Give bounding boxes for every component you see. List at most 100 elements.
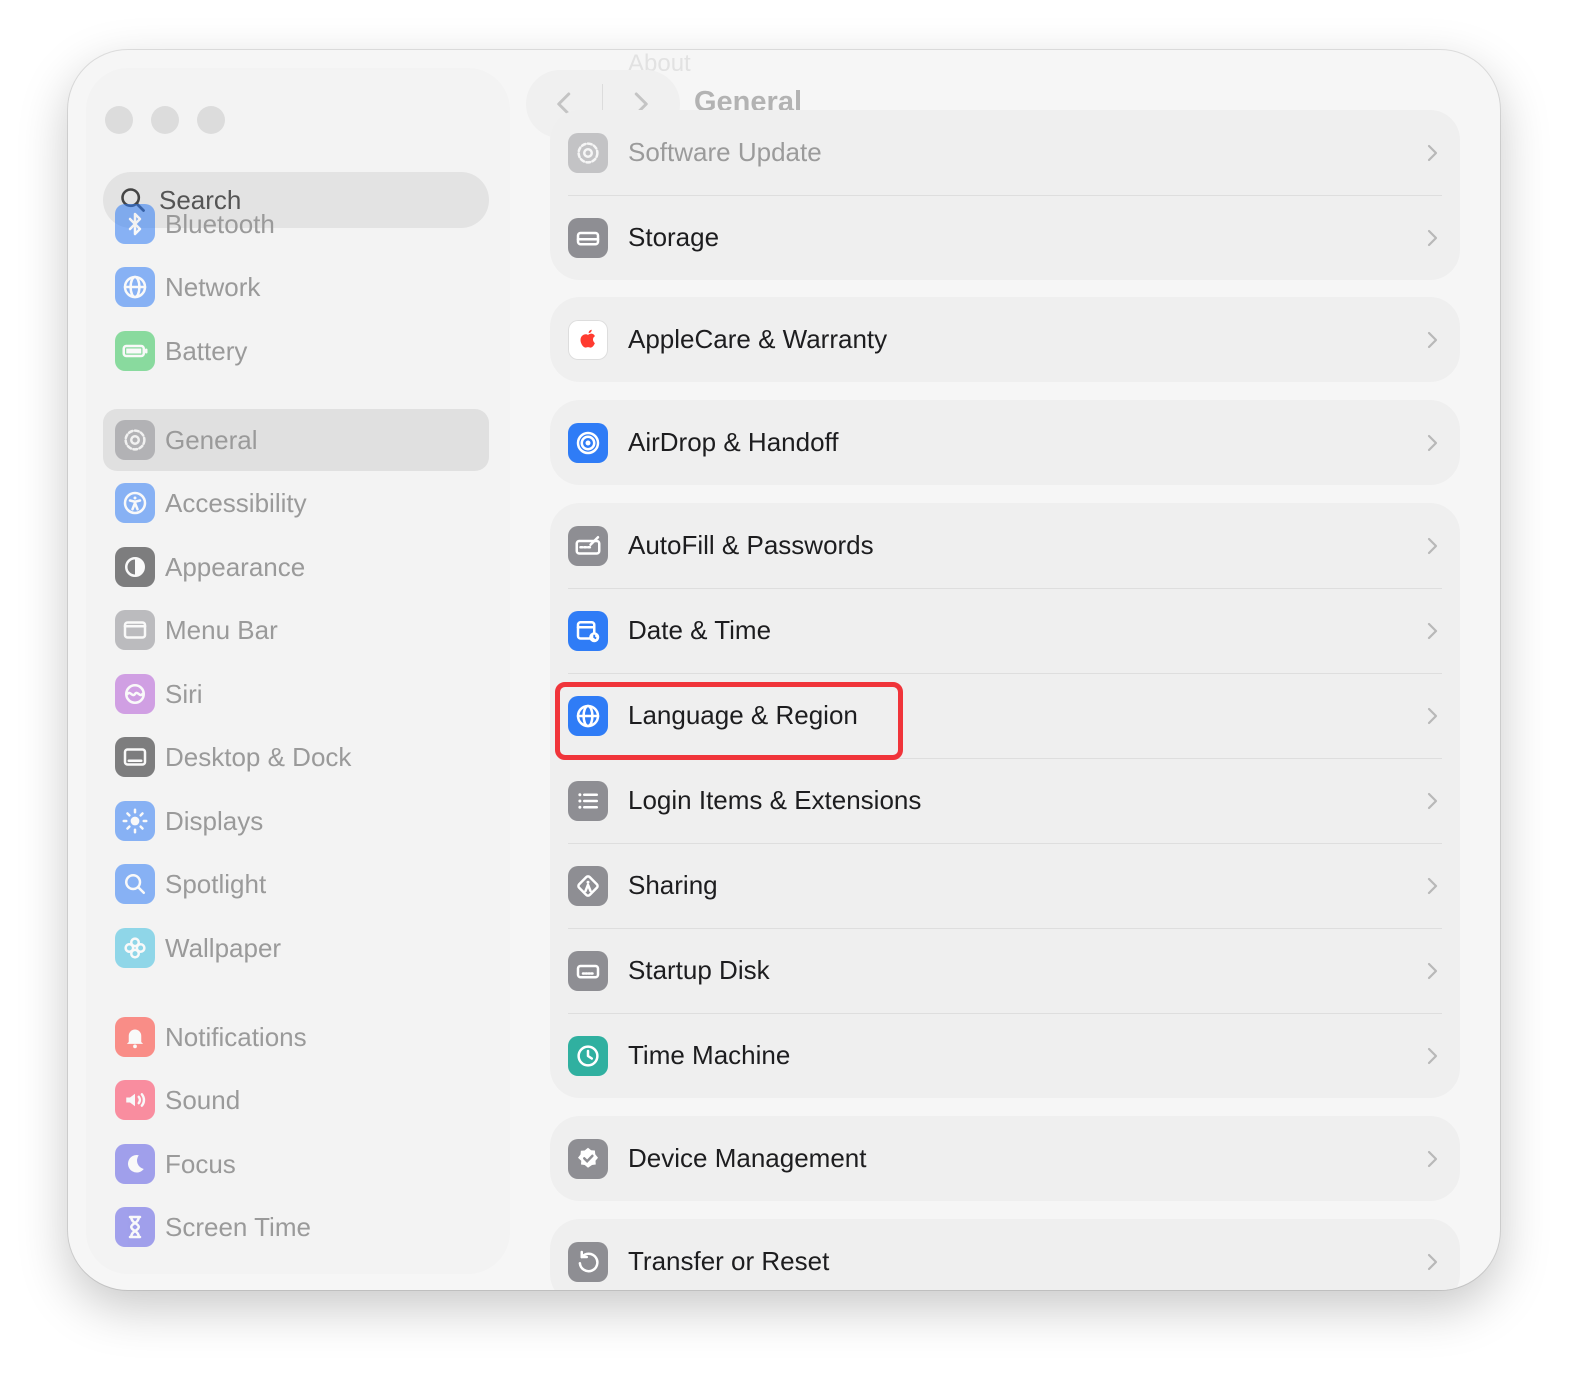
- battery-icon: [115, 331, 155, 371]
- sidebar-item-label: General: [165, 424, 258, 455]
- sidebar-item-accessibility[interactable]: Accessibility: [103, 472, 489, 534]
- minimize-window-button[interactable]: [151, 106, 179, 134]
- bell-icon: [115, 1017, 155, 1057]
- badge-check-icon: [568, 1138, 608, 1179]
- row-label: Storage: [628, 222, 720, 252]
- drive-icon: [568, 217, 608, 258]
- sidebar-item-focus[interactable]: Focus: [103, 1133, 489, 1195]
- sidebar-item-desktop-dock[interactable]: Desktop & Dock: [103, 726, 489, 788]
- globe-icon: [115, 267, 155, 307]
- moon-icon: [115, 1144, 155, 1184]
- reset-icon: [568, 1241, 608, 1282]
- sidebar-item-bluetooth[interactable]: Bluetooth: [103, 193, 489, 255]
- settings-group: AutoFill & Passwords Date & Time Languag…: [550, 503, 1460, 1098]
- row-label: Time Machine: [628, 1040, 791, 1070]
- row-label: Software Update: [628, 137, 822, 167]
- row-sharing[interactable]: Sharing: [550, 843, 1460, 928]
- gear-icon: [568, 132, 608, 173]
- row-airdrop-handoff[interactable]: AirDrop & Handoff: [550, 400, 1460, 485]
- sidebar-item-label: Siri: [165, 678, 203, 709]
- calendar-clock-icon: [568, 610, 608, 651]
- chevron-right-icon: [1427, 792, 1438, 809]
- row-storage[interactable]: Storage: [550, 195, 1460, 280]
- settings-group: AirDrop & Handoff: [550, 400, 1460, 485]
- close-window-button[interactable]: [105, 106, 133, 134]
- sidebar-item-general[interactable]: General: [103, 409, 489, 471]
- sidebar-item-appearance[interactable]: Appearance: [103, 536, 489, 598]
- chevron-right-icon: [1427, 877, 1438, 894]
- row-label: Login Items & Extensions: [628, 785, 922, 815]
- sharing-icon: [568, 865, 608, 906]
- row-transfer-or-reset[interactable]: Transfer or Reset: [550, 1219, 1460, 1290]
- chevron-right-icon: [1427, 1150, 1438, 1167]
- sidebar-item-spotlight[interactable]: Spotlight: [103, 853, 489, 915]
- sidebar: Search Bluetooth Network Battery General…: [86, 68, 510, 1274]
- row-autofill-passwords[interactable]: AutoFill & Passwords: [550, 503, 1460, 588]
- row-date-time[interactable]: Date & Time: [550, 588, 1460, 673]
- sidebar-item-screen-time[interactable]: Screen Time: [103, 1196, 489, 1258]
- sidebar-item-label: Bluetooth: [165, 208, 275, 239]
- sidebar-item-label: Focus: [165, 1148, 236, 1179]
- row-software-update[interactable]: Software Update: [550, 110, 1460, 195]
- accessibility-icon: [115, 483, 155, 523]
- sidebar-item-label: Appearance: [165, 551, 306, 582]
- apple-icon: [568, 319, 608, 360]
- sidebar-item-label: Screen Time: [165, 1211, 311, 1242]
- sidebar-item-label: Wallpaper: [165, 932, 282, 963]
- airdrop-icon: [568, 422, 608, 463]
- chevron-right-icon: [1427, 229, 1438, 246]
- row-device-management[interactable]: Device Management: [550, 1116, 1460, 1201]
- gear-icon: [115, 420, 155, 460]
- bluetooth-icon: [115, 204, 155, 244]
- sidebar-item-label: Menu Bar: [165, 614, 278, 645]
- row-label: Device Management: [628, 1143, 867, 1173]
- hourglass-icon: [115, 1207, 155, 1247]
- timemachine-icon: [568, 1035, 608, 1076]
- disk-icon: [568, 950, 608, 991]
- chevron-right-icon: [1427, 1047, 1438, 1064]
- row-login-items-extensions[interactable]: Login Items & Extensions: [550, 758, 1460, 843]
- chevron-right-icon: [1427, 144, 1438, 161]
- siri-icon: [115, 674, 155, 714]
- sidebar-item-label: Network: [165, 271, 261, 302]
- zoom-window-button[interactable]: [197, 106, 225, 134]
- sidebar-item-label: Displays: [165, 805, 264, 836]
- settings-group: Transfer or Reset: [550, 1219, 1460, 1290]
- sidebar-item-notifications[interactable]: Notifications: [103, 1006, 489, 1068]
- sidebar-item-network[interactable]: Network: [103, 256, 489, 318]
- sun-icon: [115, 801, 155, 841]
- row-label: Date & Time: [628, 615, 772, 645]
- settings-group: Device Management: [550, 1116, 1460, 1201]
- sidebar-item-menu-bar[interactable]: Menu Bar: [103, 599, 489, 661]
- row-startup-disk[interactable]: Startup Disk: [550, 928, 1460, 1013]
- sidebar-item-wallpaper[interactable]: Wallpaper: [103, 917, 489, 979]
- chevron-right-icon: [1427, 707, 1438, 724]
- row-label: Transfer or Reset: [628, 1246, 830, 1276]
- appearance-icon: [115, 547, 155, 587]
- row-applecare-warranty[interactable]: AppleCare & Warranty: [550, 297, 1460, 382]
- chevron-right-icon: [1427, 1253, 1438, 1270]
- list-icon: [568, 780, 608, 821]
- sidebar-item-siri[interactable]: Siri: [103, 663, 489, 725]
- row-time-machine[interactable]: Time Machine: [550, 1013, 1460, 1098]
- chevron-right-icon: [1427, 962, 1438, 979]
- flower-icon: [115, 928, 155, 968]
- menubar-icon: [115, 610, 155, 650]
- settings-group: Software Update Storage: [550, 110, 1460, 280]
- keyboard-icon: [568, 525, 608, 566]
- row-label: Startup Disk: [628, 955, 770, 985]
- sidebar-item-label: Accessibility: [165, 487, 307, 518]
- sidebar-item-label: Desktop & Dock: [165, 741, 352, 772]
- row-label: AirDrop & Handoff: [628, 427, 839, 457]
- sidebar-item-label: Sound: [165, 1084, 241, 1115]
- chevron-right-icon: [1427, 537, 1438, 554]
- sidebar-item-battery[interactable]: Battery: [103, 320, 489, 382]
- chevron-right-icon: [1427, 331, 1438, 348]
- row-label: AutoFill & Passwords: [628, 530, 874, 560]
- settings-group: AppleCare & Warranty: [550, 297, 1460, 382]
- traffic-lights: [105, 106, 225, 134]
- sidebar-item-sound[interactable]: Sound: [103, 1069, 489, 1131]
- sidebar-item-displays[interactable]: Displays: [103, 790, 489, 852]
- dock-icon: [115, 737, 155, 777]
- row-label: AppleCare & Warranty: [628, 324, 888, 354]
